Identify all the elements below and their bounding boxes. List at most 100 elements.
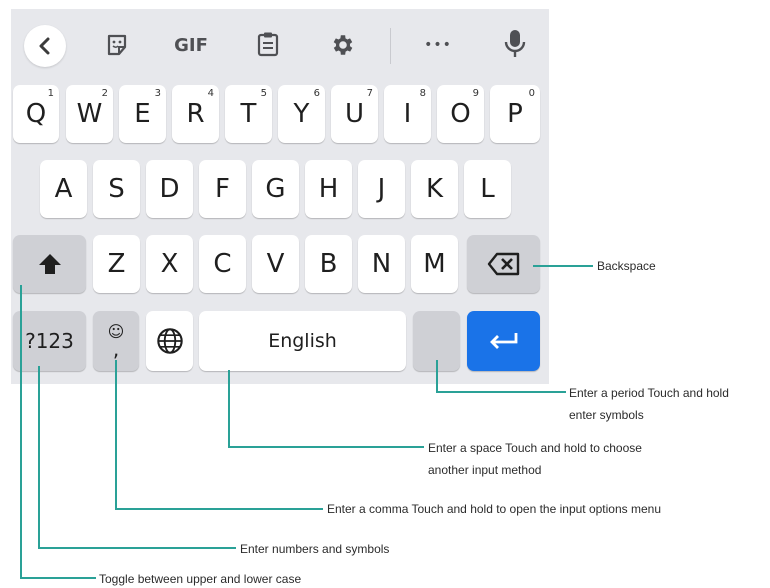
- key-label: J: [377, 174, 386, 204]
- sticker-icon: [107, 34, 127, 56]
- sticker-button[interactable]: [102, 30, 132, 60]
- key-number-hint: 9: [472, 88, 479, 99]
- shift-callout-line-v: [20, 285, 22, 578]
- shift-callout-line-h: [20, 577, 96, 579]
- more-button[interactable]: •••: [421, 31, 455, 59]
- backspace-annotation: Backspace: [597, 259, 656, 273]
- period-callout-line-v: [436, 360, 438, 392]
- key-c[interactable]: C: [199, 235, 246, 293]
- clipboard-button[interactable]: [253, 28, 283, 60]
- key-label: A: [54, 174, 73, 204]
- comma-annotation: Enter a comma Touch and hold to open the…: [327, 502, 662, 516]
- key-p[interactable]: P0: [490, 85, 540, 143]
- microphone-icon: [504, 30, 526, 57]
- key-l[interactable]: L: [464, 160, 511, 218]
- space-annotation-line1: Enter a space Touch and hold to choose: [428, 441, 642, 455]
- numbers-callout-line-h: [38, 547, 236, 549]
- key-number-hint: 8: [419, 88, 426, 99]
- space-label: English: [268, 330, 337, 352]
- key-label: N: [371, 249, 392, 279]
- settings-button[interactable]: [327, 29, 359, 61]
- key-v[interactable]: V: [252, 235, 299, 293]
- key-number-hint: 0: [528, 88, 535, 99]
- key-z[interactable]: Z: [93, 235, 140, 293]
- key-label: Y: [293, 99, 310, 129]
- key-j[interactable]: J: [358, 160, 405, 218]
- key-k[interactable]: K: [411, 160, 458, 218]
- key-label: W: [76, 99, 103, 129]
- key-label: U: [344, 99, 365, 129]
- comma-callout-line-v: [115, 360, 117, 509]
- key-number-hint: 1: [47, 88, 54, 99]
- key-t[interactable]: T5: [225, 85, 272, 143]
- key-i[interactable]: I8: [384, 85, 431, 143]
- numbers-callout-line-v: [38, 366, 40, 548]
- toolbar-divider: [390, 28, 391, 64]
- shift-annotation: Toggle between upper and lower case: [99, 572, 302, 586]
- backspace-callout-line: [533, 265, 593, 267]
- key-label: M: [423, 249, 446, 279]
- key-number-hint: 3: [154, 88, 161, 99]
- key-f[interactable]: F: [199, 160, 246, 218]
- key-w[interactable]: W2: [66, 85, 113, 143]
- back-chevron-icon: [39, 37, 50, 55]
- key-label: C: [213, 249, 232, 279]
- key-label: L: [480, 174, 495, 204]
- key-number-hint: 4: [207, 88, 214, 99]
- space-callout-line-v: [228, 370, 230, 447]
- key-g[interactable]: G: [252, 160, 299, 218]
- numbers-annotation: Enter numbers and symbols: [240, 542, 390, 556]
- key-m[interactable]: M: [411, 235, 458, 293]
- key-e[interactable]: E3: [119, 85, 166, 143]
- key-q[interactable]: Q1: [13, 85, 59, 143]
- period-annotation-line1: Enter a period Touch and hold: [569, 386, 729, 400]
- enter-arrow-icon: [489, 333, 517, 349]
- key-x[interactable]: X: [146, 235, 193, 293]
- key-label: P: [507, 99, 523, 129]
- backspace-key[interactable]: [467, 235, 540, 293]
- key-label: X: [160, 249, 179, 279]
- gif-button[interactable]: GIF: [168, 30, 214, 60]
- gear-icon: [333, 35, 353, 55]
- key-label: S: [108, 174, 125, 204]
- key-s[interactable]: S: [93, 160, 140, 218]
- space-annotation-line2: another input method: [428, 463, 542, 477]
- key-number-hint: 2: [101, 88, 108, 99]
- shift-key[interactable]: [13, 235, 86, 293]
- comma-label: ,: [112, 337, 120, 361]
- period-annotation-line2: enter symbols: [569, 408, 644, 422]
- symbols-key[interactable]: ?123: [13, 311, 86, 371]
- key-label: O: [450, 99, 471, 129]
- microphone-button[interactable]: [500, 26, 530, 62]
- enter-key[interactable]: [467, 311, 540, 371]
- key-label: G: [265, 174, 286, 204]
- key-o[interactable]: O9: [437, 85, 484, 143]
- key-u[interactable]: U7: [331, 85, 378, 143]
- key-h[interactable]: H: [305, 160, 352, 218]
- key-n[interactable]: N: [358, 235, 405, 293]
- key-y[interactable]: Y6: [278, 85, 325, 143]
- key-label: I: [403, 99, 412, 129]
- key-number-hint: 7: [366, 88, 373, 99]
- key-label: V: [266, 249, 285, 279]
- backspace-icon: [487, 252, 519, 276]
- back-button[interactable]: [24, 25, 66, 67]
- clipboard-icon: [257, 32, 279, 57]
- key-label: Z: [107, 249, 126, 279]
- shift-arrow-icon: [38, 254, 61, 274]
- key-r[interactable]: R4: [172, 85, 219, 143]
- language-key[interactable]: [146, 311, 193, 371]
- key-label: R: [186, 99, 205, 129]
- more-icon: •••: [424, 37, 452, 53]
- comma-callout-line-h: [115, 508, 323, 510]
- key-label: F: [215, 174, 230, 204]
- key-label: Q: [25, 99, 47, 129]
- key-label: K: [425, 174, 444, 204]
- key-d[interactable]: D: [146, 160, 193, 218]
- key-number-hint: 6: [313, 88, 320, 99]
- space-key[interactable]: English: [199, 311, 406, 371]
- key-label: D: [159, 174, 180, 204]
- key-a[interactable]: A: [40, 160, 87, 218]
- key-b[interactable]: B: [305, 235, 352, 293]
- key-label: T: [240, 99, 257, 129]
